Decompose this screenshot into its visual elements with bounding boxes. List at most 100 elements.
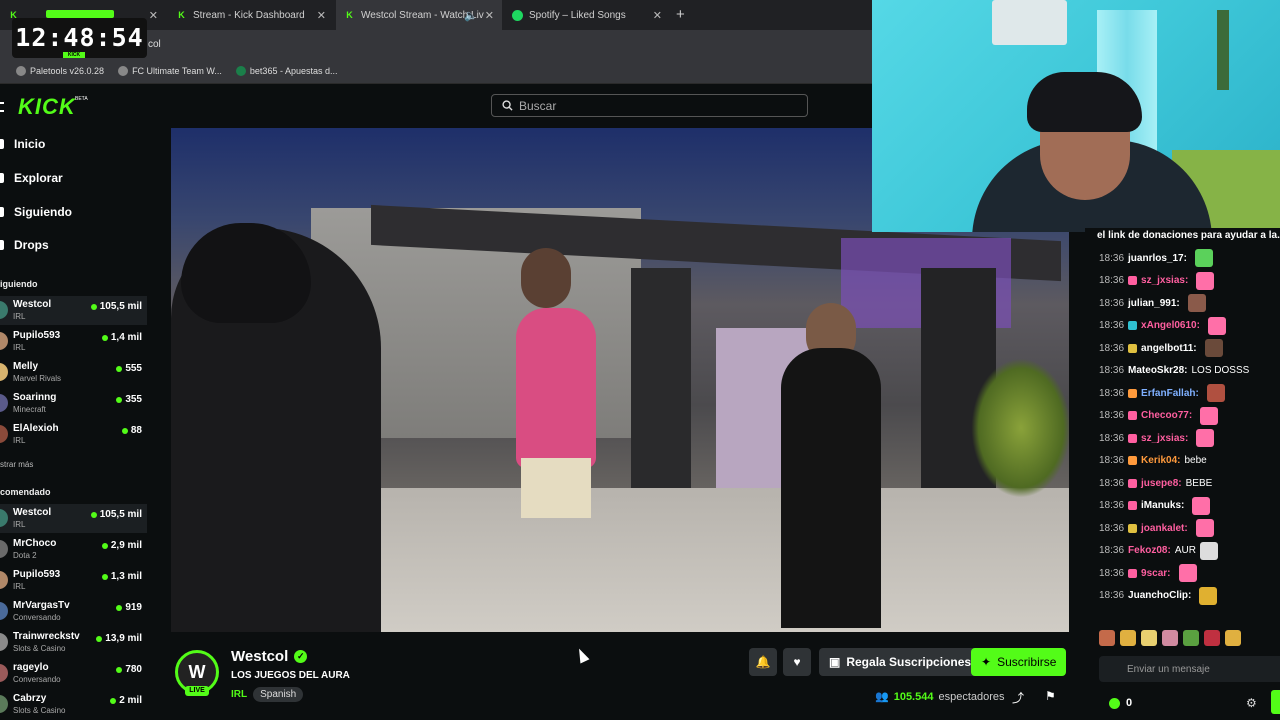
new-tab-icon[interactable]: +	[676, 6, 685, 23]
user-badge-icon	[1128, 478, 1138, 488]
sidebar-channel-rageylo[interactable]: rageylo Conversando 780	[0, 659, 147, 688]
user-badge-icon	[1128, 433, 1138, 443]
bookmark-2[interactable]: FC Ultimate Team W...	[118, 65, 222, 76]
emote-icon	[1187, 294, 1206, 312]
report-icon[interactable]: ⚑	[1045, 689, 1056, 703]
chat-username[interactable]: iManuks:	[1141, 500, 1184, 511]
sidebar-channel-cabrzy[interactable]: Cabrzy Slots & Casino 2 mil	[0, 690, 147, 719]
browser-tab-3[interactable]: K Westcol Stream - Watch Liv 🔈 ✕	[336, 0, 502, 30]
notifications-button[interactable]: 🔔	[749, 648, 777, 676]
chat-timestamp: 18:36	[1099, 432, 1125, 444]
screen: K ✕ K Stream - Kick Dashboard ✕ K Westco…	[0, 0, 1280, 720]
chat-username[interactable]: xAngel0610:	[1141, 320, 1200, 331]
search-icon	[502, 100, 513, 111]
browser-tab-4[interactable]: Spotify – Liked Songs ✕	[504, 0, 670, 30]
bookmark-1[interactable]: Paletools v26.0.28	[16, 65, 104, 76]
chat-username[interactable]: Kerik04:	[1141, 455, 1180, 466]
user-badge-icon	[1128, 321, 1138, 330]
chat-username[interactable]: Checoo77:	[1141, 410, 1192, 421]
emote-icon	[1192, 496, 1211, 515]
close-tab-icon[interactable]: ✕	[317, 9, 326, 22]
emote-icon[interactable]	[1099, 630, 1115, 646]
sidebar-channel-melly[interactable]: Melly Marvel Rivals 555	[0, 358, 147, 387]
heart-icon	[0, 207, 4, 217]
sidebar-channel-westcol[interactable]: Westcol IRL 105,5 mil	[0, 296, 147, 325]
chat-input[interactable]: Enviar un mensaje	[1099, 656, 1280, 682]
chat-username[interactable]: sz_jxsias:	[1141, 275, 1188, 286]
chat-username[interactable]: 9scar:	[1141, 568, 1170, 579]
send-button[interactable]	[1271, 690, 1280, 714]
overlay-clock-tag: KICK	[63, 52, 85, 58]
browser-tab-2[interactable]: K Stream - Kick Dashboard ✕	[168, 0, 334, 30]
avatar	[0, 602, 8, 620]
gear-icon[interactable]: ⚙	[1246, 696, 1257, 710]
close-tab-icon[interactable]: ✕	[149, 9, 158, 22]
emote-icon[interactable]	[1183, 630, 1199, 646]
close-tab-icon[interactable]: ✕	[485, 9, 494, 22]
kick-header: KICK BETA Buscar	[0, 84, 872, 128]
avatar	[0, 633, 8, 651]
chat-message: 18:36 Fekoz08: AUR	[1099, 541, 1280, 561]
bookmark-icon	[235, 65, 246, 76]
live-dot-icon	[116, 365, 123, 372]
category-link[interactable]: IRL	[231, 689, 247, 700]
emote-icon[interactable]	[1225, 630, 1241, 646]
live-badge: LIVE	[185, 686, 209, 696]
chat-username[interactable]: sz_jxsias:	[1141, 433, 1188, 444]
chat-message: 18:36 julian_991:	[1099, 293, 1280, 313]
sidebar-channel-elalexioh[interactable]: ElAlexioh IRL 88	[0, 420, 147, 449]
channel-name[interactable]: Westcol ✓	[231, 648, 308, 665]
emote-icon	[1206, 384, 1225, 402]
stream-title: LOS JUEGOS DEL AURA	[231, 670, 350, 681]
chat-username[interactable]: JuanchoClip:	[1128, 590, 1191, 601]
nav-siguiendo[interactable]: Siguiendo	[0, 202, 72, 222]
close-tab-icon[interactable]: ✕	[653, 9, 662, 22]
sidebar-channel-pupilo593-rec[interactable]: Pupilo593 IRL 1,3 mil	[0, 566, 147, 595]
show-more-link[interactable]: strar más	[0, 460, 33, 469]
share-icon[interactable]: ⤴	[1012, 689, 1024, 706]
nav-inicio[interactable]: Inicio	[0, 134, 45, 154]
sidebar-channel-mrvargastv[interactable]: MrVargasTv Conversando 919	[0, 597, 147, 626]
video-scene-person	[521, 458, 591, 518]
speaker-icon[interactable]: 🔈	[464, 9, 478, 22]
kick-logo[interactable]: KICK	[18, 94, 76, 120]
sidebar-channel-soarinng[interactable]: Soarinng Minecraft 355	[0, 389, 147, 418]
kick-icon: K	[178, 10, 185, 20]
sidebar-channel-trainwreckstv[interactable]: Trainwreckstv Slots & Casino 13,9 mil	[0, 628, 147, 657]
bookmark-3[interactable]: bet365 - Apuestas d...	[235, 65, 337, 76]
chat-timestamp: 18:36	[1099, 455, 1125, 466]
chat-username[interactable]: Fekoz08:	[1128, 545, 1171, 556]
webcam-scene-pole	[1217, 10, 1229, 90]
nav-explorar[interactable]: Explorar	[0, 168, 63, 188]
emote-icon[interactable]	[1204, 630, 1220, 646]
chat-username[interactable]: juanrlos_17:	[1128, 253, 1187, 264]
follow-button[interactable]: ♥	[783, 648, 811, 676]
chat-message: 18:36 9scar:	[1099, 563, 1280, 583]
search-input[interactable]: Buscar	[491, 94, 808, 117]
nav-drops[interactable]: Drops	[0, 235, 49, 255]
sidebar-channel-pupilo593[interactable]: Pupilo593 IRL 1,4 mil	[0, 327, 147, 356]
gift-subs-button[interactable]: ▣ Regala Suscripciones	[819, 648, 982, 676]
webcam-overlay	[872, 0, 1280, 232]
chat-username[interactable]: julian_991:	[1128, 298, 1180, 309]
channel-points[interactable]: 0	[1109, 697, 1132, 709]
emote-icon	[1195, 519, 1214, 537]
chat-username[interactable]: ErfanFallah:	[1141, 388, 1199, 399]
language-tag[interactable]: Spanish	[253, 687, 304, 702]
sidebar-channel-westcol-rec[interactable]: Westcol IRL 105,5 mil	[0, 504, 147, 533]
chat-timestamp: 18:36	[1099, 275, 1125, 286]
subscribe-button[interactable]: ✦ Suscribirse	[971, 648, 1067, 676]
emote-icon[interactable]	[1162, 630, 1178, 646]
emote-icon[interactable]	[1141, 630, 1157, 646]
chat-pinned-line: el link de donaciones para ayudar a la..…	[1097, 230, 1280, 241]
chat-username[interactable]: jusepe8:	[1141, 478, 1182, 489]
sidebar-channel-mrchoco[interactable]: MrChoco Dota 2 2,9 mil	[0, 535, 147, 564]
chat-username[interactable]: angelbot11:	[1141, 343, 1197, 354]
emote-icon	[1178, 564, 1197, 582]
chat-username[interactable]: MateoSkr28:	[1128, 365, 1187, 376]
live-dot-icon	[116, 396, 123, 403]
menu-icon[interactable]	[0, 102, 4, 112]
emote-icon[interactable]	[1120, 630, 1136, 646]
chat-username[interactable]: joankalet:	[1141, 523, 1188, 534]
chat-message: 18:36 iManuks:	[1099, 496, 1280, 516]
